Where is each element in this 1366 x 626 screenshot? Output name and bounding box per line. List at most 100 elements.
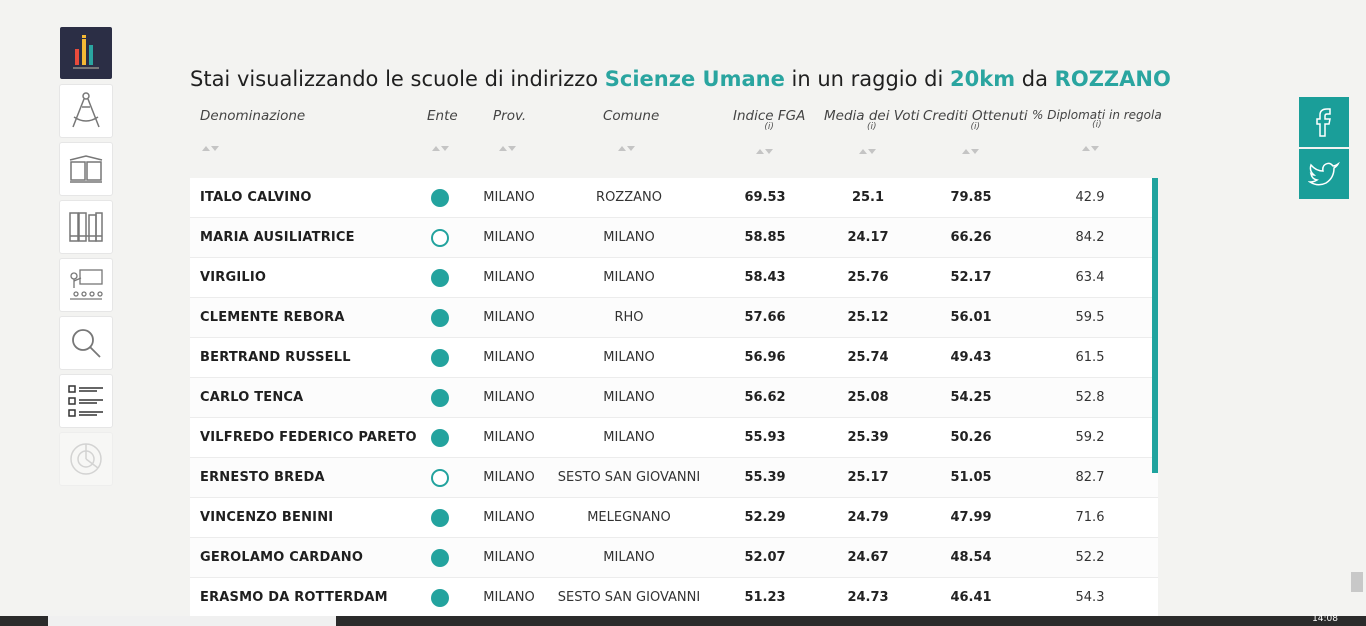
table-row[interactable]: VINCENZO BENINI MILANO MELEGNANO 52.29 24.79…	[190, 498, 1158, 538]
school-media-voti: 25.39	[847, 430, 889, 445]
school-diplomati: 52.2	[1075, 550, 1105, 565]
schools-table: ITALO CALVINO MILANO ROZZANO 69.53 25.1 79.85…	[190, 178, 1158, 618]
table-row[interactable]: CLEMENTE REBORA MILANO RHO 57.66 25.12 56.01 5…	[190, 298, 1158, 338]
facebook-button[interactable]	[1299, 97, 1349, 147]
search-button[interactable]	[60, 317, 112, 369]
list-button[interactable]	[60, 375, 112, 427]
school-media-voti: 25.17	[847, 470, 889, 485]
school-name[interactable]: VINCENZO BENINI	[200, 498, 333, 537]
school-crediti: 47.99	[950, 510, 992, 525]
ente-public-icon	[431, 389, 449, 407]
school-crediti: 50.26	[950, 430, 992, 445]
school-media-voti: 25.74	[847, 350, 889, 365]
school-name[interactable]: ERASMO DA ROTTERDAM	[200, 578, 388, 617]
header-prov: Prov.	[493, 108, 527, 124]
ente-public-icon	[431, 189, 449, 207]
school-fga: 56.62	[744, 390, 786, 405]
school-province: MILANO	[483, 270, 535, 285]
school-fga: 58.43	[744, 270, 786, 285]
school-name[interactable]: ITALO CALVINO	[200, 178, 312, 217]
open-book-icon	[69, 155, 103, 183]
school-fga: 51.23	[744, 590, 786, 605]
school-comune: MILANO	[603, 550, 655, 565]
title-middle: in un raggio di	[791, 67, 944, 91]
school-province: MILANO	[483, 430, 535, 445]
ente-public-icon	[431, 429, 449, 447]
books-icon	[69, 212, 103, 242]
twitter-icon	[1308, 161, 1340, 186]
school-crediti: 51.05	[950, 470, 992, 485]
title-da: da	[1021, 67, 1048, 91]
school-name[interactable]: CARLO TENCA	[200, 378, 303, 417]
sort-diplomati-icon[interactable]	[1080, 144, 1102, 154]
open-book-button[interactable]	[60, 143, 112, 195]
school-name[interactable]: GEROLAMO CARDANO	[200, 538, 363, 577]
school-crediti: 48.54	[950, 550, 992, 565]
table-row[interactable]: BERTRAND RUSSELL MILANO MILANO 56.96 25.74 49…	[190, 338, 1158, 378]
ente-public-icon	[431, 589, 449, 607]
school-name[interactable]: CLEMENTE REBORA	[200, 298, 345, 337]
sort-prov-icon[interactable]	[497, 144, 519, 154]
table-row[interactable]: VILFREDO FEDERICO PARETO MILANO MILANO 55.9…	[190, 418, 1158, 458]
school-comune: ROZZANO	[596, 190, 662, 205]
school-diplomati: 71.6	[1075, 510, 1105, 525]
school-fga: 55.93	[744, 430, 786, 445]
title-radius: 20km	[950, 67, 1016, 91]
ranking-button[interactable]	[60, 27, 112, 79]
sort-ente-icon[interactable]	[430, 144, 452, 154]
ente-public-icon	[431, 509, 449, 527]
sort-comune-icon[interactable]	[616, 144, 638, 154]
sort-media-icon[interactable]	[857, 147, 879, 157]
header-diplomati: % Diplomati in regola (i)	[1032, 108, 1162, 130]
twitter-button[interactable]	[1299, 149, 1349, 199]
school-media-voti: 25.76	[847, 270, 889, 285]
school-name[interactable]: BERTRAND RUSSELL	[200, 338, 351, 377]
table-row[interactable]: CARLO TENCA MILANO MILANO 56.62 25.08 54.25 52…	[190, 378, 1158, 418]
school-name[interactable]: ERNESTO BREDA	[200, 458, 325, 497]
table-row[interactable]: ERASMO DA ROTTERDAM MILANO SESTO SAN GIOVA…	[190, 578, 1158, 618]
header-crediti: Crediti Ottenuti (i)	[923, 108, 1028, 132]
table-row[interactable]: ITALO CALVINO MILANO ROZZANO 69.53 25.1 79.85…	[190, 178, 1158, 218]
school-fga: 57.66	[744, 310, 786, 325]
school-media-voti: 25.1	[851, 190, 885, 205]
school-crediti: 54.25	[950, 390, 992, 405]
school-diplomati: 59.2	[1075, 430, 1105, 445]
school-crediti: 46.41	[950, 590, 992, 605]
school-province: MILANO	[483, 590, 535, 605]
header-fga: Indice FGA (i)	[733, 108, 806, 132]
taskbar-search[interactable]	[48, 616, 336, 626]
classroom-button[interactable]	[60, 259, 112, 311]
table-row[interactable]: VIRGILIO MILANO MILANO 58.43 25.76 52.17 63.4	[190, 258, 1158, 298]
school-comune: SESTO SAN GIOVANNI	[557, 590, 701, 605]
classroom-icon	[70, 269, 103, 300]
school-diplomati: 84.2	[1075, 230, 1105, 245]
school-name[interactable]: VILFREDO FEDERICO PARETO	[200, 418, 417, 457]
school-name[interactable]: VIRGILIO	[200, 258, 266, 297]
table-row[interactable]: MARIA AUSILIATRICE MILANO MILANO 58.85 24.17…	[190, 218, 1158, 258]
school-comune: MILANO	[603, 270, 655, 285]
school-province: MILANO	[483, 230, 535, 245]
school-diplomati: 42.9	[1075, 190, 1105, 205]
school-name[interactable]: MARIA AUSILIATRICE	[200, 218, 355, 257]
table-row[interactable]: GEROLAMO CARDANO MILANO MILANO 52.07 24.67 48…	[190, 538, 1158, 578]
books-button[interactable]	[60, 201, 112, 253]
table-scroll-indicator[interactable]	[1152, 178, 1158, 473]
sort-fga-icon[interactable]	[754, 147, 776, 157]
sort-crediti-icon[interactable]	[960, 147, 982, 157]
school-crediti: 79.85	[950, 190, 992, 205]
title-indirizzo: Scienze Umane	[604, 67, 785, 91]
sort-denominazione-icon[interactable]	[200, 144, 222, 154]
table-row[interactable]: ERNESTO BREDA MILANO SESTO SAN GIOVANNI 55.…	[190, 458, 1158, 498]
title-prefix: Stai visualizzando le scuole di indirizz…	[190, 67, 599, 91]
table-header: Denominazione Ente Prov. Comune Indice F…	[190, 108, 1162, 168]
page-scrollbar-thumb[interactable]	[1351, 572, 1363, 592]
school-media-voti: 24.73	[847, 590, 889, 605]
ente-public-icon	[431, 349, 449, 367]
school-province: MILANO	[483, 470, 535, 485]
ente-private-icon	[431, 469, 449, 487]
taskbar-clock: 14:08	[1312, 614, 1338, 624]
school-diplomati: 61.5	[1075, 350, 1105, 365]
school-fga: 58.85	[744, 230, 786, 245]
school-fga: 52.07	[744, 550, 786, 565]
compass-button[interactable]	[60, 85, 112, 137]
